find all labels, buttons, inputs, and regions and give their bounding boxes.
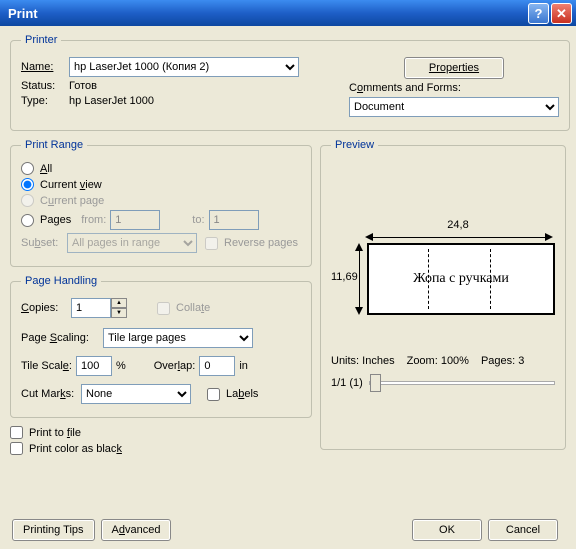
pages-to-input xyxy=(209,210,259,230)
type-value: hp LaserJet 1000 xyxy=(69,95,154,107)
advanced-button[interactable]: Advanced xyxy=(101,519,172,541)
print-range-group: Print Range All Current view Current pag… xyxy=(10,139,312,267)
help-button[interactable]: ? xyxy=(528,3,549,24)
range-legend: Print Range xyxy=(21,139,87,151)
radio-all[interactable]: All xyxy=(21,162,301,175)
print-to-file-check[interactable]: Print to file xyxy=(10,426,312,439)
preview-slider[interactable] xyxy=(369,381,555,385)
copies-label: Copies: xyxy=(21,302,71,314)
page-handling-group: Page Handling Copies: ▲▼ Collate Page Sc… xyxy=(10,275,312,418)
window-title: Print xyxy=(4,6,526,21)
ok-button[interactable]: OK xyxy=(412,519,482,541)
reverse-check: Reverse pages xyxy=(205,237,298,250)
printer-name-combo[interactable]: hp LaserJet 1000 (Копия 2) xyxy=(69,57,299,77)
labels-check[interactable]: Labels xyxy=(207,388,258,401)
preview-progress: 1/1 (1) xyxy=(331,377,363,389)
preview-group: Preview 24,8 11,69 Жопа с ручками Units:… xyxy=(320,139,566,450)
radio-current-view[interactable]: Current view xyxy=(21,178,301,191)
radio-current-page: Current page xyxy=(21,194,301,207)
preview-legend: Preview xyxy=(331,139,378,151)
cancel-button[interactable]: Cancel xyxy=(488,519,558,541)
preview-footer: Units: Inches Zoom: 100% Pages: 3 xyxy=(331,355,555,367)
scaling-label: Page Scaling: xyxy=(21,332,103,344)
printer-group: Printer Name: hp LaserJet 1000 (Копия 2)… xyxy=(10,34,570,131)
printing-tips-button[interactable]: Printing Tips xyxy=(12,519,95,541)
printer-legend: Printer xyxy=(21,34,61,46)
name-label: Name: xyxy=(21,61,69,73)
print-black-check[interactable]: Print color as black xyxy=(10,442,312,455)
tilescale-label: Tile Scale: xyxy=(21,360,72,372)
width-arrow xyxy=(365,233,553,241)
comments-label: Comments and Forms: xyxy=(349,82,461,94)
status-label: Status: xyxy=(21,80,69,92)
type-label: Type: xyxy=(21,95,69,107)
preview-page: Жопа с ручками xyxy=(367,243,555,315)
scaling-combo[interactable]: Tile large pages xyxy=(103,328,253,348)
overlap-input[interactable] xyxy=(199,356,235,376)
comments-combo[interactable]: Document xyxy=(349,97,559,117)
tilescale-input[interactable] xyxy=(76,356,112,376)
subset-combo: All pages in range xyxy=(67,233,197,253)
overlap-label: Overlap: xyxy=(154,360,196,372)
height-arrow xyxy=(355,243,363,315)
properties-button[interactable]: Properties xyxy=(404,57,504,79)
collate-check: Collate xyxy=(157,302,210,315)
titlebar: Print ? ✕ xyxy=(0,0,576,26)
status-value: Готов xyxy=(69,80,97,92)
page-legend: Page Handling xyxy=(21,275,101,287)
preview-height: 11,69 xyxy=(331,243,355,283)
cutmarks-combo[interactable]: None xyxy=(81,384,191,404)
cutmarks-label: Cut Marks: xyxy=(21,388,81,400)
pages-from-input xyxy=(110,210,160,230)
subset-label: Subset: xyxy=(21,237,67,249)
preview-width: 24,8 xyxy=(361,219,555,231)
close-button[interactable]: ✕ xyxy=(551,3,572,24)
copies-spinner[interactable]: ▲▼ xyxy=(71,298,127,318)
radio-pages[interactable]: Pages from: to: xyxy=(21,210,301,230)
